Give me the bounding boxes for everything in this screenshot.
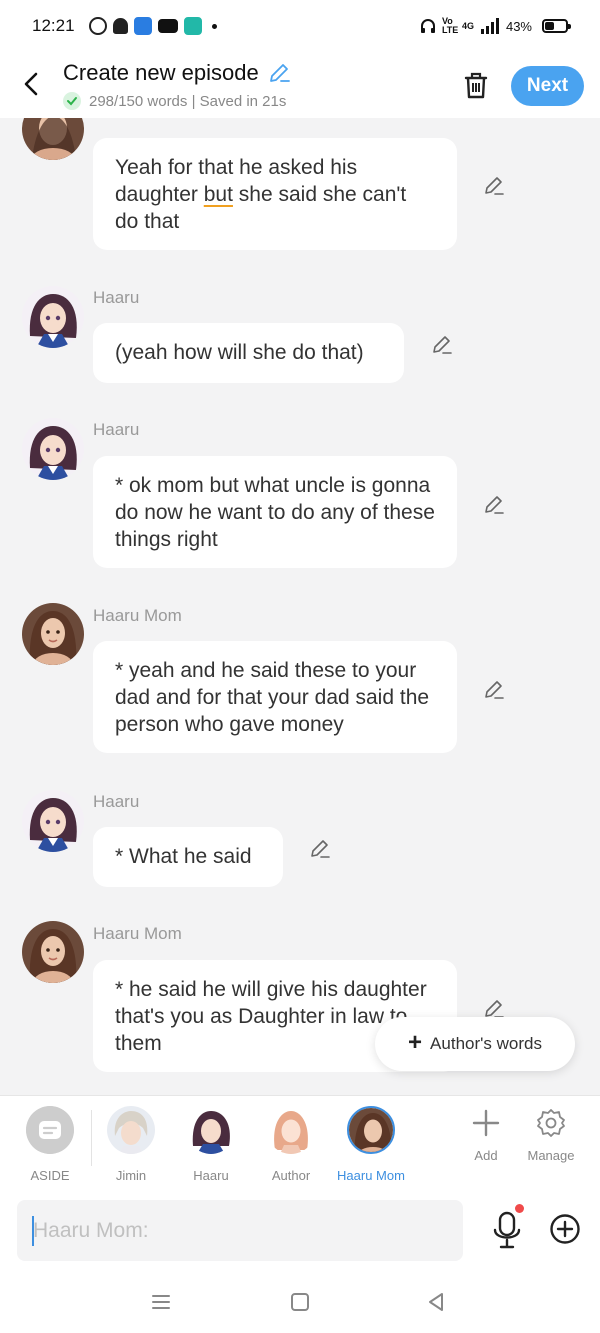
status-time: 12:21 xyxy=(32,16,75,35)
volte-label: Vo LTE xyxy=(441,16,459,35)
input-bar xyxy=(0,1190,600,1270)
character-aside[interactable]: ASIDE xyxy=(15,1106,85,1183)
page-title-text: Create new episode xyxy=(63,60,259,85)
avatar-haaru xyxy=(22,286,84,348)
speaker-name: Haaru Mom xyxy=(93,924,182,943)
back-icon[interactable] xyxy=(18,68,46,100)
check-icon xyxy=(63,92,81,110)
headphones-icon xyxy=(420,19,435,33)
battery-percent: 43% xyxy=(505,18,532,34)
message-bubble[interactable]: * What he said xyxy=(93,827,283,887)
avatar-haaru xyxy=(22,418,84,480)
character-label: Haaru Mom xyxy=(337,1168,405,1183)
text-cursor xyxy=(32,1216,34,1246)
character-label: Haaru xyxy=(193,1168,229,1183)
chat-area[interactable]: Yeah for that he asked his daughter but … xyxy=(0,118,600,1095)
message-text: (yeah how will she do that) xyxy=(115,341,364,364)
back-nav-icon[interactable] xyxy=(424,1290,448,1314)
network-label: 4G xyxy=(461,20,474,31)
status-bar: 12:21 Vo LTE 4G 43% xyxy=(0,0,600,52)
avatar-haaru-mom xyxy=(22,118,84,160)
character-author[interactable]: Author xyxy=(256,1106,326,1183)
avatar-haaru-mom xyxy=(347,1106,395,1154)
avatar-haaru xyxy=(187,1106,235,1154)
character-label: Jimin xyxy=(115,1168,147,1183)
message-bubble[interactable]: * yeah and he said these to your dad and… xyxy=(93,641,457,753)
tool-label: Manage xyxy=(527,1148,575,1163)
status-right: Vo LTE 4G 43% xyxy=(420,16,571,35)
add-circle-icon[interactable] xyxy=(549,1213,581,1245)
edit-title-icon[interactable] xyxy=(267,61,291,85)
edit-message-icon[interactable] xyxy=(308,837,332,861)
speaker-name: Haaru Mom xyxy=(93,606,182,625)
character-haaru-mom[interactable]: Haaru Mom xyxy=(336,1106,406,1183)
edit-message-icon[interactable] xyxy=(482,493,506,517)
edit-message-icon[interactable] xyxy=(430,333,454,357)
edit-message-icon[interactable] xyxy=(482,678,506,702)
menu-icon[interactable] xyxy=(149,1290,173,1314)
message-bubble[interactable]: * ok mom but what uncle is gonna do now … xyxy=(93,456,457,568)
message-input[interactable] xyxy=(17,1200,463,1261)
system-nav-bar xyxy=(0,1270,600,1333)
message-bubble[interactable]: Yeah for that he asked his daughter but … xyxy=(93,138,457,250)
trash-icon[interactable] xyxy=(460,69,492,101)
spell-flagged-word[interactable]: but xyxy=(204,183,233,206)
battery-icon xyxy=(542,19,571,33)
snapchat-icon xyxy=(112,18,128,34)
character-label: ASIDE xyxy=(30,1168,70,1183)
plus-icon: + xyxy=(408,1028,423,1056)
save-status: 298/150 words | Saved in 21s xyxy=(63,92,291,110)
next-button[interactable]: Next xyxy=(511,66,584,106)
speaker-name: Haaru xyxy=(93,792,140,811)
edit-message-icon[interactable] xyxy=(482,174,506,198)
message-text: * yeah and he said these to your dad and… xyxy=(115,659,430,736)
notification-icons xyxy=(88,17,217,35)
app-notification-icon xyxy=(133,17,152,35)
aside-icon xyxy=(26,1106,74,1154)
avatar-haaru-mom xyxy=(22,603,84,665)
plus-icon xyxy=(472,1109,500,1137)
authors-words-button[interactable]: + Author's words xyxy=(375,1017,575,1071)
speaker-name: Haaru xyxy=(93,420,140,439)
add-character-button[interactable]: Add xyxy=(456,1108,516,1163)
home-icon[interactable] xyxy=(288,1290,312,1314)
message-text: * What he said xyxy=(115,845,252,868)
character-haaru[interactable]: Haaru xyxy=(176,1106,246,1183)
character-bar: ASIDE Jimin Haaru Author Haaru Mom Add M xyxy=(0,1095,600,1190)
avatar-haaru xyxy=(22,790,84,852)
title-block: Create new episode 298/150 words | Saved… xyxy=(63,60,291,110)
gear-icon xyxy=(537,1109,565,1137)
word-count: 298/150 words | Saved in 21s xyxy=(89,92,287,110)
manage-characters-button[interactable]: Manage xyxy=(521,1108,581,1163)
page-title[interactable]: Create new episode xyxy=(63,60,291,86)
avatar-author xyxy=(267,1106,315,1154)
character-label: Author xyxy=(271,1168,311,1183)
message-text: * ok mom but what uncle is gonna do now … xyxy=(115,474,435,551)
more-notifications-dot xyxy=(211,23,217,29)
whatsapp-icon xyxy=(88,17,107,35)
character-jimin[interactable]: Jimin xyxy=(96,1106,166,1183)
recording-indicator-dot xyxy=(515,1204,524,1213)
chat-app-icon xyxy=(183,17,202,35)
divider xyxy=(91,1110,92,1166)
speaker-name: Haaru xyxy=(93,288,140,307)
message-bubble[interactable]: (yeah how will she do that) xyxy=(93,323,404,383)
tool-label: Add xyxy=(474,1148,498,1163)
header: Create new episode 298/150 words | Saved… xyxy=(0,52,600,118)
youtube-icon xyxy=(157,19,178,33)
authors-words-label: Author's words xyxy=(430,1034,542,1053)
avatar-haaru-mom xyxy=(22,921,84,983)
avatar-jimin xyxy=(107,1106,155,1154)
signal-icon xyxy=(480,18,499,34)
microphone-icon[interactable] xyxy=(490,1210,524,1250)
